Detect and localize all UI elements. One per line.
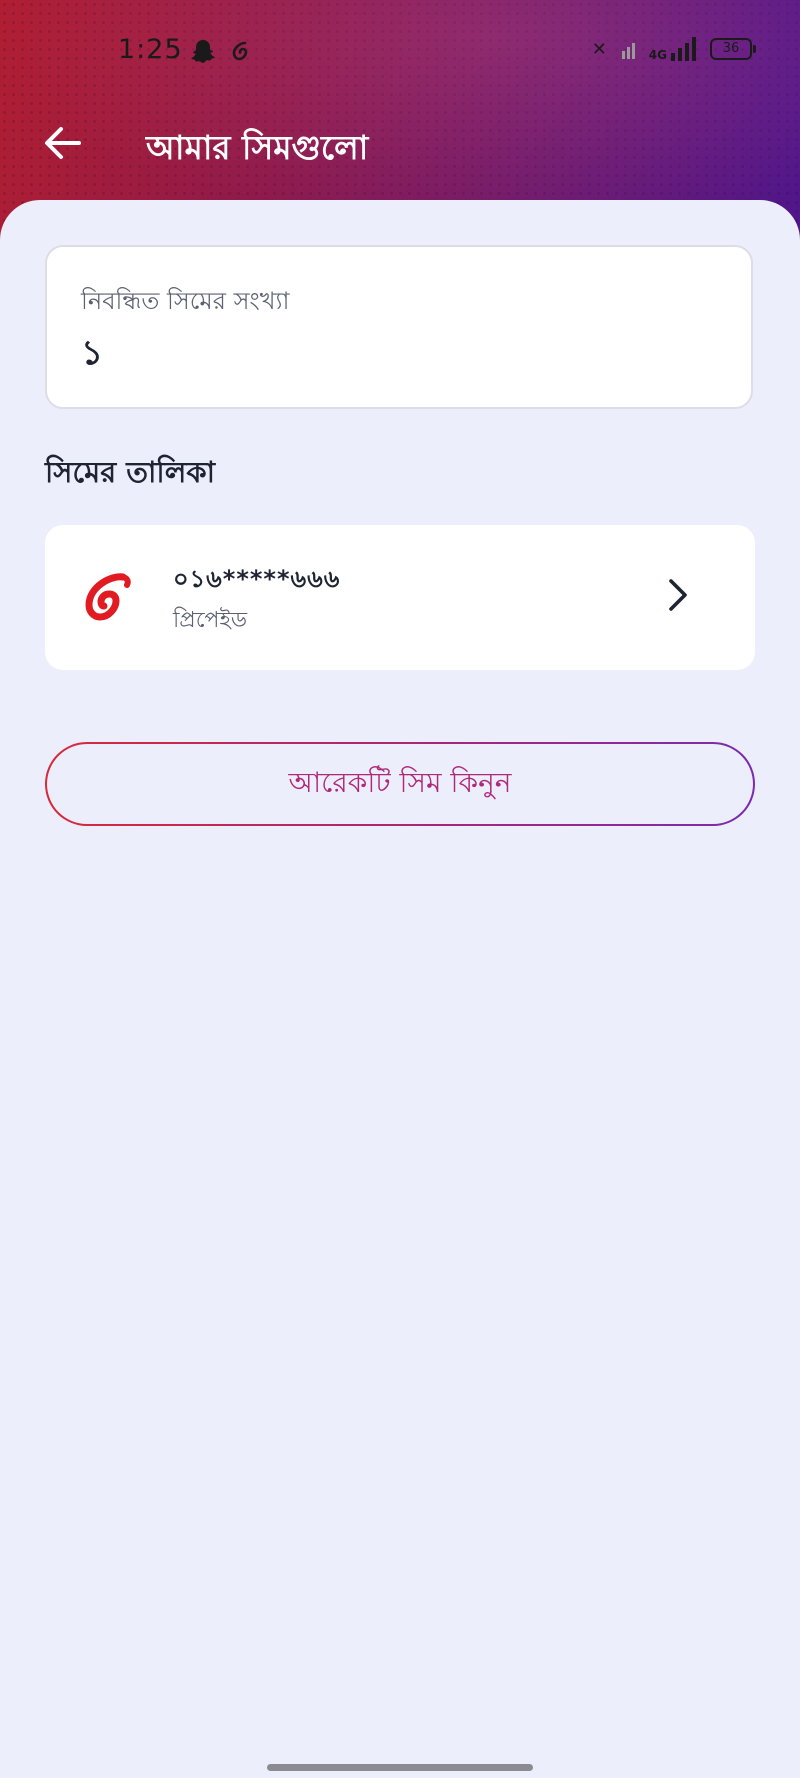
sim-type: প্রিপেইড xyxy=(173,608,248,633)
system-status-icons: ✕ 4G 36 xyxy=(591,37,756,62)
sim-list-item[interactable]: ০১৬*****৬৬৬ প্রিপেইড xyxy=(45,525,755,670)
chevron-right-icon xyxy=(669,579,687,611)
registered-sim-count-card: নিবন্ধিত সিমের সংখ্যা ১ xyxy=(45,245,753,409)
sim-number: ০১৬*****৬৬৬ xyxy=(173,565,341,593)
buy-another-sim-button[interactable]: আরেকটি সিম কিনুন xyxy=(45,742,755,826)
status-time: 1:25 xyxy=(118,34,183,65)
home-indicator[interactable] xyxy=(267,1764,533,1771)
status-bar: 1:25 ✕ 4G 36 xyxy=(0,0,800,100)
network-type: 4G xyxy=(648,48,667,62)
notification-icons xyxy=(190,38,252,64)
back-button[interactable] xyxy=(38,118,88,168)
mute-icon: ✕ xyxy=(591,38,607,60)
airtel-logo-icon xyxy=(85,573,131,621)
arrow-left-icon xyxy=(45,127,81,159)
signal-strength-icon xyxy=(671,37,696,61)
battery-icon: 36 xyxy=(710,38,756,60)
signal-weak-icon xyxy=(621,43,635,59)
main-content: নিবন্ধিত সিমের সংখ্যা ১ সিমের তালিকা ০১৬… xyxy=(0,200,800,1778)
registered-sim-count-value: ১ xyxy=(81,333,104,373)
buy-another-sim-label: আরেকটি সিম কিনুন xyxy=(47,744,753,824)
sim-list-title: সিমের তালিকা xyxy=(45,455,216,489)
registered-sim-count-label: নিবন্ধিত সিমের সংখ্যা xyxy=(81,287,290,315)
snapchat-icon xyxy=(191,40,215,63)
airtel-notification-icon xyxy=(232,41,248,61)
page-title: আমার সিমগুলো xyxy=(146,128,369,167)
